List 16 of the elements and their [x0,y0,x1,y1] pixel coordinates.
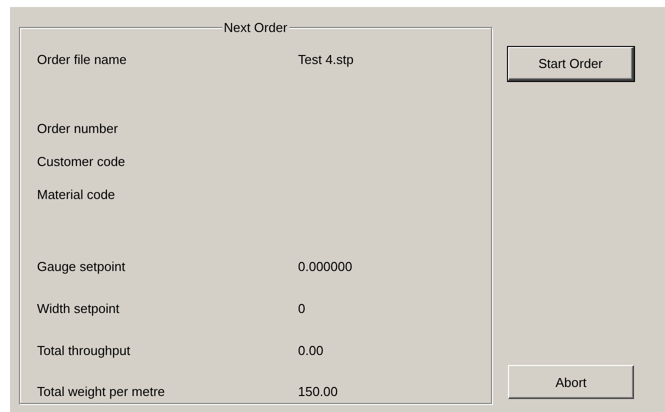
abort-button[interactable]: Abort [508,365,634,399]
field-value: 150.00 [298,384,338,400]
field-value: 0 [298,301,306,316]
field-label: Customer code [37,154,126,169]
start-order-button[interactable]: Start Order [508,47,634,81]
field-label: Width setpoint [37,301,120,316]
field-label: Total weight per metre [37,384,166,400]
field-label: Order number [37,121,119,136]
group-title: Next Order [222,20,290,35]
field-label: Total throughput [37,342,132,358]
field-label: Material code [37,187,116,202]
field-label: Gauge setpoint [37,259,126,274]
field-value: Test 4.stp [298,52,354,66]
field-value: 0.000000 [298,259,352,274]
field-value: 0.00 [298,342,324,358]
field-label: Order file name [37,52,128,66]
